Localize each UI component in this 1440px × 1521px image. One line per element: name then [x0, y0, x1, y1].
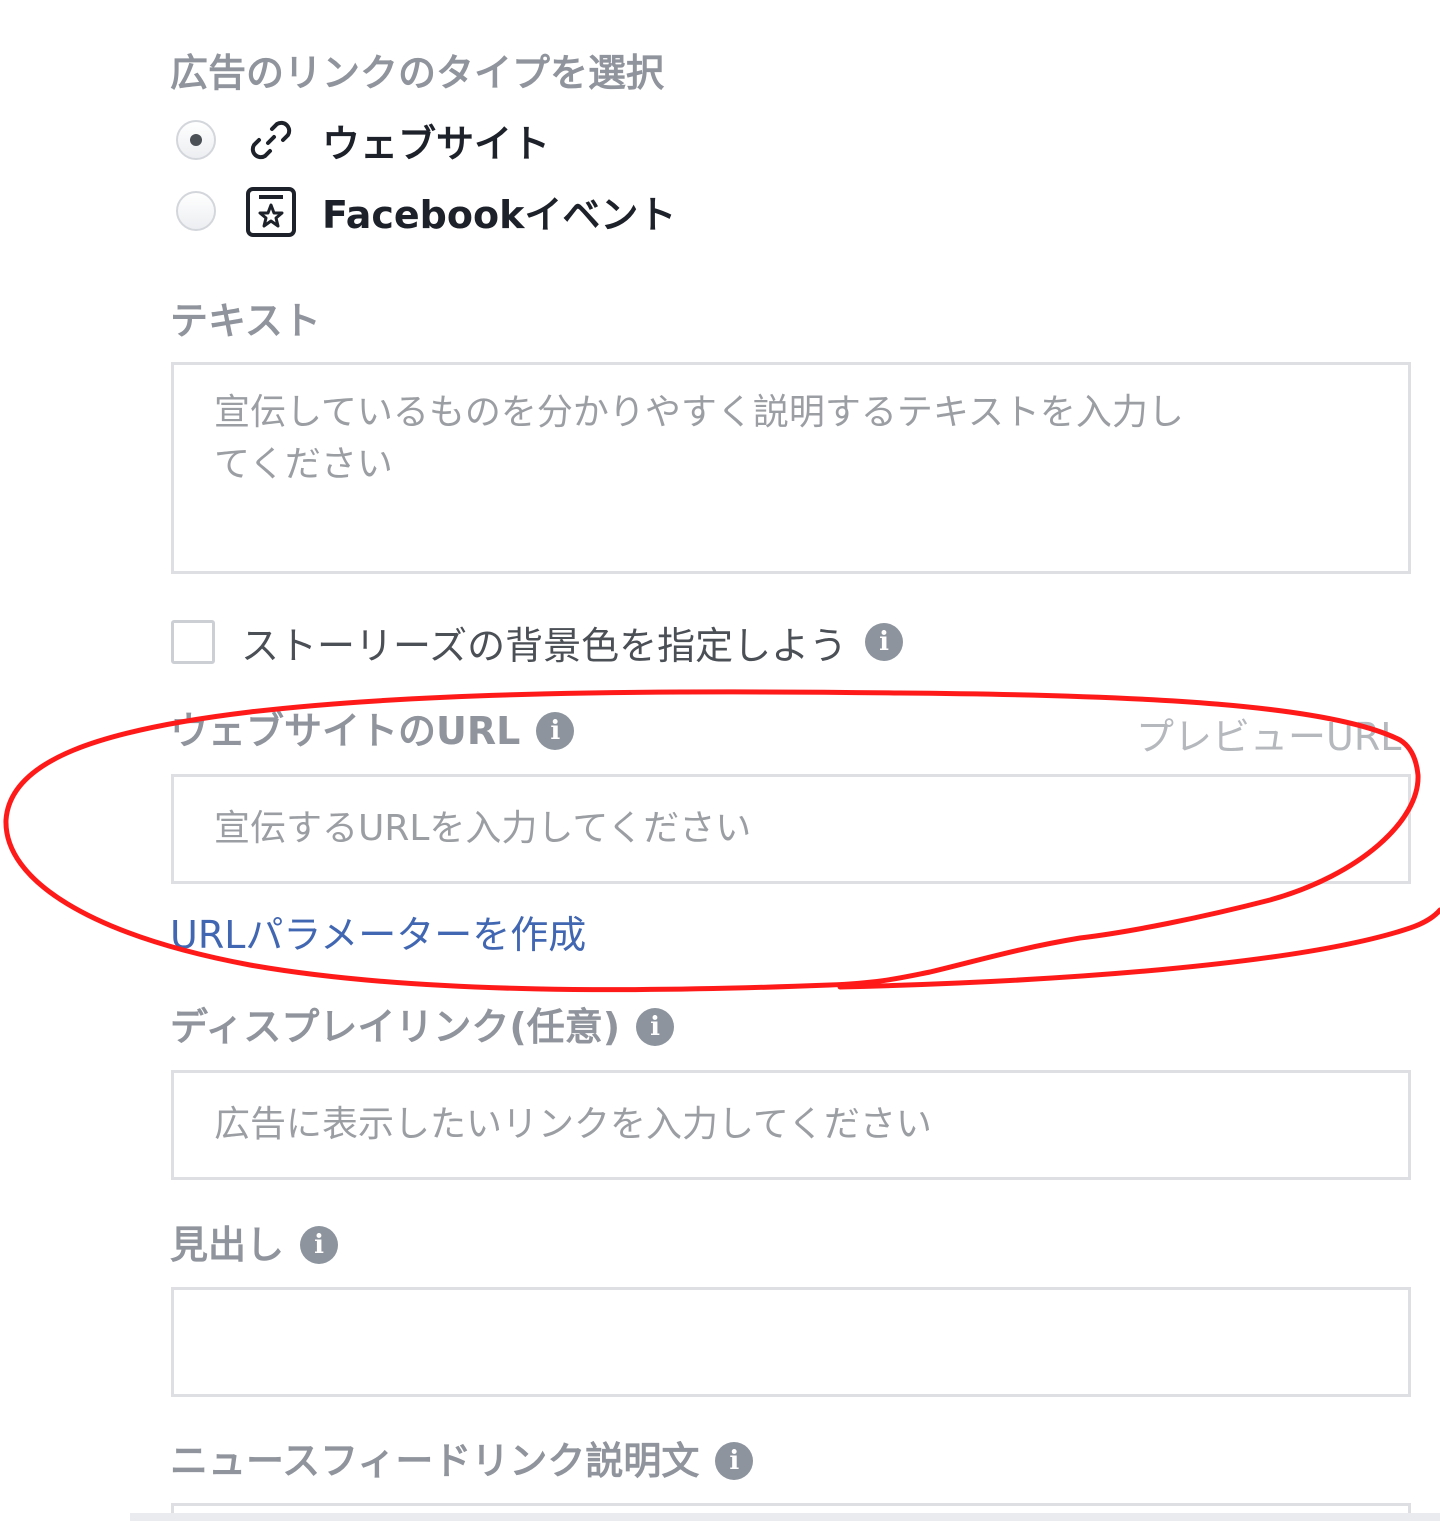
info-icon[interactable]: i — [636, 1008, 675, 1046]
news-feed-description-label: ニュースフィードリンク説明文 — [170, 1439, 700, 1483]
bottom-scroll-edge — [130, 1513, 1440, 1521]
display-link-input[interactable]: 広告に表示したいリンクを入力してください — [171, 1070, 1411, 1180]
stories-background-label: ストーリーズの背景色を指定しよう — [241, 623, 848, 668]
display-link-placeholder: 広告に表示したいリンクを入力してください — [214, 1104, 932, 1145]
link-type-label: 広告のリンクのタイプを選択 — [170, 51, 665, 95]
facebook-event-radio[interactable] — [176, 191, 216, 231]
url-parameters-link[interactable]: URLパラメーターを作成 — [170, 910, 586, 960]
facebook-event-option-label: Facebookイベント — [322, 192, 677, 237]
website-radio[interactable] — [176, 120, 216, 160]
radio-selected-dot — [190, 134, 202, 146]
text-label: テキスト — [170, 299, 321, 343]
radio-option-facebook-event[interactable]: Facebookイベント — [176, 181, 676, 241]
info-icon[interactable]: i — [536, 712, 575, 750]
radio-option-website[interactable]: ウェブサイト — [176, 110, 550, 170]
text-input[interactable]: 宣伝しているものを分かりやすく説明するテキストを入力し てください — [171, 362, 1411, 574]
event-star-icon — [244, 184, 298, 238]
news-feed-description-label-row: ニュースフィードリンク説明文 i — [170, 1439, 754, 1483]
info-icon[interactable]: i — [715, 1442, 754, 1480]
website-url-input[interactable]: 宣伝するURLを入力してください — [171, 774, 1411, 884]
website-url-label-row: ウェブサイトのURL i — [170, 709, 575, 753]
headline-input[interactable] — [171, 1287, 1411, 1397]
ad-creative-form: 広告のリンクのタイプを選択 ウェブサイト Facebookイベント テキスト 宣… — [0, 0, 1440, 1521]
info-icon[interactable]: i — [865, 623, 904, 661]
headline-label: 見出し — [170, 1223, 285, 1267]
link-icon — [244, 113, 298, 167]
headline-label-row: 見出し i — [170, 1223, 339, 1267]
website-option-label: ウェブサイト — [322, 121, 551, 166]
stories-background-checkbox[interactable] — [171, 620, 215, 664]
preview-url-link[interactable]: プレビューURL — [1136, 712, 1412, 762]
display-link-label: ディスプレイリンク(任意) — [170, 1005, 621, 1049]
website-url-placeholder: 宣伝するURLを入力してください — [214, 808, 752, 849]
stories-background-option[interactable]: ストーリーズの背景色を指定しよう i — [171, 618, 904, 668]
info-icon[interactable]: i — [300, 1226, 339, 1264]
website-url-label: ウェブサイトのURL — [170, 709, 521, 753]
text-input-placeholder: 宣伝しているものを分かりやすく説明するテキストを入力し てください — [214, 392, 1184, 485]
display-link-label-row: ディスプレイリンク(任意) i — [170, 1005, 675, 1049]
